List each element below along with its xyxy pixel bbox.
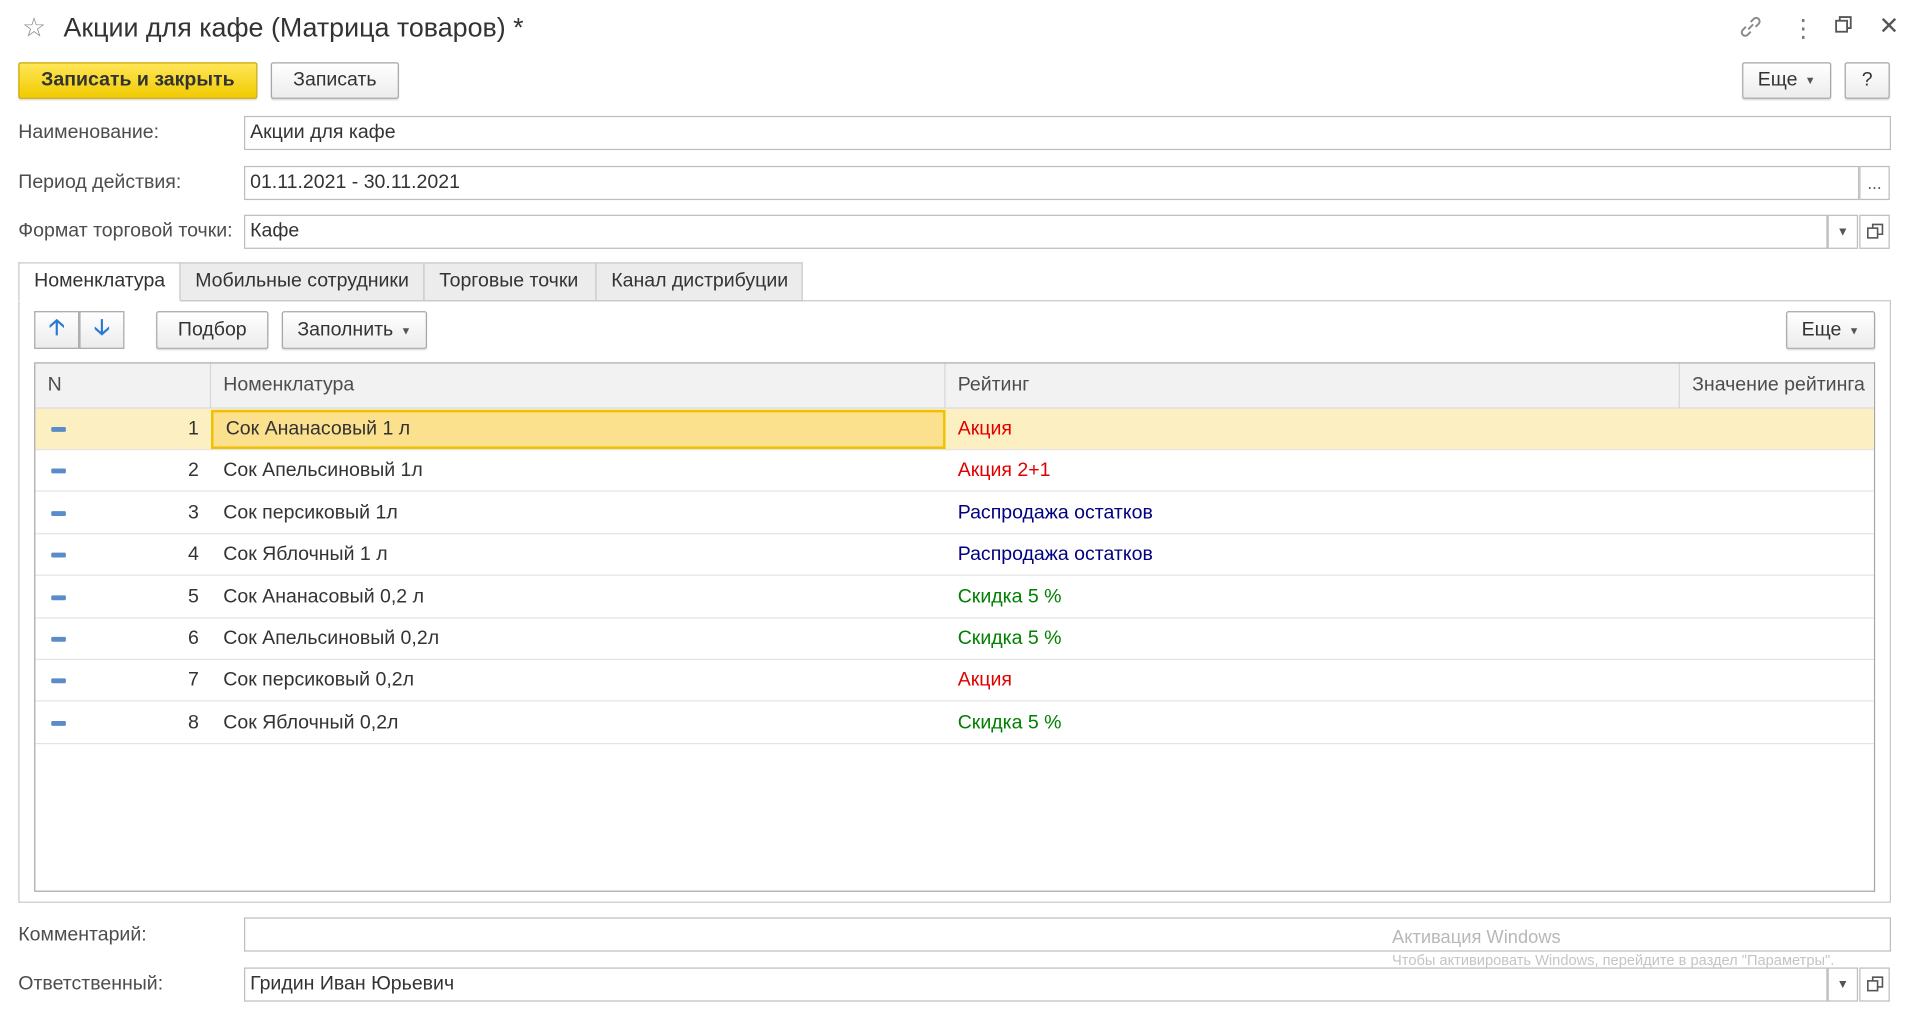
more-button-label: Еще — [1757, 69, 1798, 91]
tab-mobile-employees[interactable]: Мобильные сотрудники — [179, 262, 425, 302]
cell-rating-value[interactable] — [1680, 493, 1874, 534]
name-field[interactable]: Акции для кафе — [244, 115, 1891, 151]
cell-nomenclature[interactable]: Сок Ананасовый 1 л — [211, 409, 946, 449]
column-header-nomenclature[interactable]: Номенклатура — [211, 363, 946, 408]
cell-rating[interactable]: Скидка 5 % — [946, 619, 1680, 660]
name-label: Наименование: — [18, 122, 160, 143]
cell-nomenclature[interactable]: Сок персиковый 1л — [211, 493, 945, 534]
comment-field[interactable] — [244, 917, 1891, 952]
cell-rating[interactable]: Акция — [946, 409, 1680, 450]
cell-rating[interactable]: Скидка 5 % — [946, 702, 1680, 743]
cell-rating-value[interactable] — [1680, 409, 1874, 450]
tab-nomenclature[interactable]: Номенклатура — [18, 262, 181, 302]
cell-rating-value[interactable] — [1680, 660, 1874, 701]
table-row[interactable]: 2 Сок Апельсиновый 1л Акция 2+1 — [35, 451, 1874, 493]
cell-nomenclature[interactable]: Сок Ананасовый 0,2 л — [211, 577, 945, 618]
windows-activation-hint: Чтобы активировать Windows, перейдите в … — [1392, 951, 1835, 969]
cell-rating-value[interactable] — [1680, 535, 1874, 576]
cell-n[interactable]: 1 — [35, 409, 211, 450]
star-icon[interactable]: ☆ — [22, 12, 46, 44]
cell-n[interactable]: 7 — [35, 660, 211, 701]
arrow-up-icon[interactable]: 🡡 — [34, 311, 80, 349]
more-button[interactable]: Еще ▼ — [1742, 62, 1832, 99]
cell-n[interactable]: 2 — [35, 451, 211, 492]
cell-rating-value[interactable] — [1680, 577, 1874, 618]
table-row[interactable]: 7 Сок персиковый 0,2л Акция — [35, 660, 1874, 702]
dropdown-arrow-icon[interactable]: ▼ — [1827, 214, 1859, 249]
window-title: Акции для кафе (Матрица товаров) * — [63, 12, 524, 43]
column-header-rating-value[interactable]: Значение рейтинга — [1680, 364, 1874, 408]
help-button[interactable]: ? — [1844, 62, 1890, 99]
cell-nomenclature[interactable]: Сок Яблочный 0,2л — [211, 702, 945, 743]
table-header: N Номенклатура Рейтинг Значение рейтинга — [35, 363, 1874, 409]
cell-rating-value[interactable] — [1680, 451, 1874, 492]
table-more-label: Еще — [1801, 319, 1842, 340]
cell-rating[interactable]: Акция 2+1 — [946, 451, 1680, 492]
cell-n[interactable]: 6 — [35, 619, 211, 660]
tab-distribution-channel[interactable]: Канал дистрибуции — [595, 262, 803, 302]
cell-rating[interactable]: Скидка 5 % — [946, 577, 1680, 618]
period-value: 01.11.2021 - 30.11.2021 — [250, 172, 460, 193]
fill-button[interactable]: Заполнить ▼ — [281, 311, 427, 349]
table-row[interactable]: 8 Сок Яблочный 0,2л Скидка 5 % — [35, 702, 1874, 744]
responsible-value: Гридин Иван Юрьевич — [250, 973, 455, 995]
table-row[interactable]: 3 Сок персиковый 1л Распродажа остатков — [35, 493, 1874, 535]
open-form-icon[interactable] — [1859, 214, 1890, 249]
column-header-n[interactable]: N — [35, 363, 212, 408]
cell-nomenclature[interactable]: Сок Апельсиновый 0,2л — [211, 619, 945, 660]
cell-n[interactable]: 4 — [35, 535, 211, 576]
responsible-field[interactable]: Гридин Иван Юрьевич — [244, 967, 1828, 1002]
cell-rating-value[interactable] — [1680, 619, 1874, 660]
cell-rating-value[interactable] — [1680, 702, 1874, 743]
restore-window-icon[interactable] — [1834, 15, 1854, 41]
kebab-menu-icon[interactable]: ⋮ — [1791, 13, 1815, 44]
dropdown-arrow-icon[interactable]: ▼ — [1827, 967, 1859, 1002]
cell-nomenclature[interactable]: Сок Яблочный 1 л — [211, 535, 945, 576]
table-row[interactable]: 6 Сок Апельсиновый 0,2л Скидка 5 % — [35, 619, 1874, 661]
responsible-label: Ответственный: — [18, 973, 164, 995]
format-field[interactable]: Кафе — [244, 214, 1828, 249]
dropdown-arrow-icon: ▼ — [400, 323, 412, 337]
column-header-rating[interactable]: Рейтинг — [946, 363, 1680, 408]
pick-button[interactable]: Подбор — [156, 311, 269, 349]
cell-nomenclature[interactable]: Сок Апельсиновый 1л — [211, 451, 945, 492]
table-row[interactable]: 4 Сок Яблочный 1 л Распродажа остатков — [35, 535, 1874, 577]
cell-n[interactable]: 5 — [35, 577, 211, 618]
ellipsis-icon[interactable]: ... — [1859, 165, 1890, 201]
name-value: Акции для кафе — [250, 122, 396, 143]
table-row[interactable]: 1 Сок Ананасовый 1 л Акция — [35, 408, 1874, 451]
table-row[interactable]: 5 Сок Ананасовый 0,2 л Скидка 5 % — [35, 577, 1874, 619]
save-button[interactable]: Записать — [270, 62, 399, 99]
format-value: Кафе — [250, 220, 300, 242]
open-form-icon[interactable] — [1859, 967, 1890, 1002]
format-label: Формат торговой точки: — [18, 220, 233, 242]
period-field[interactable]: 01.11.2021 - 30.11.2021 — [244, 165, 1860, 201]
windows-activation-title: Активация Windows — [1392, 927, 1561, 948]
cell-n[interactable]: 3 — [35, 493, 211, 534]
table-more-button[interactable]: Еще ▼ — [1786, 311, 1876, 349]
comment-label: Комментарий: — [18, 924, 147, 946]
cell-rating[interactable]: Распродажа остатков — [946, 493, 1680, 534]
fill-button-label: Заполнить — [297, 319, 394, 340]
tab-trade-points[interactable]: Торговые точки — [423, 262, 597, 302]
cell-n[interactable]: 8 — [35, 702, 211, 743]
period-label: Период действия: — [18, 172, 182, 193]
close-icon[interactable]: ✕ — [1879, 11, 1899, 42]
cell-rating[interactable]: Акция — [946, 660, 1680, 701]
dropdown-arrow-icon: ▼ — [1848, 323, 1860, 337]
dropdown-arrow-icon: ▼ — [1804, 74, 1816, 87]
link-icon[interactable] — [1739, 15, 1763, 46]
nomenclature-table[interactable]: N Номенклатура Рейтинг Значение рейтинга… — [34, 362, 1876, 892]
save-and-close-button[interactable]: Записать и закрыть — [18, 62, 258, 99]
cell-nomenclature[interactable]: Сок персиковый 0,2л — [211, 660, 945, 701]
cell-rating[interactable]: Распродажа остатков — [946, 535, 1680, 576]
arrow-down-icon[interactable]: 🡣 — [79, 311, 125, 349]
